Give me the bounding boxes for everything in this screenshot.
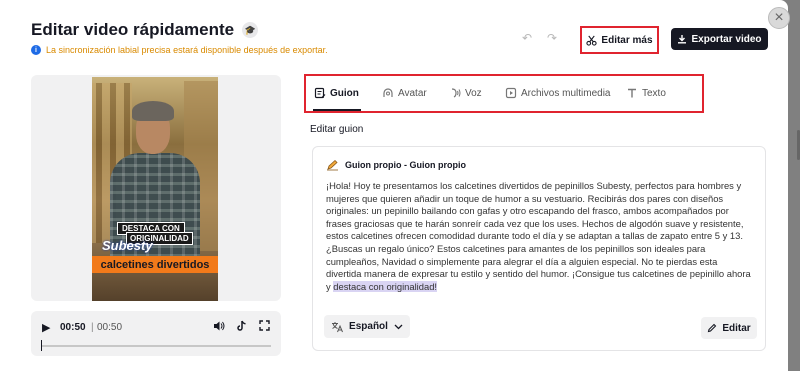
tab-label: Archivos multimedia	[521, 87, 611, 99]
dialog-title-text: Editar video rápidamente	[31, 20, 235, 39]
tab-voz[interactable]: Voz	[449, 87, 482, 99]
text-icon	[626, 87, 638, 99]
media-icon	[505, 87, 517, 99]
video-frame[interactable]: DESTACA CON ORIGINALIDAD Subesty calceti…	[92, 77, 218, 301]
lip-sync-notice: i La sincronización labial precisa estar…	[31, 45, 328, 55]
language-selector[interactable]: Español	[324, 315, 410, 338]
play-icon[interactable]: ▶	[42, 321, 50, 334]
pencil-icon	[707, 323, 717, 333]
section-label: Editar guion	[310, 124, 364, 135]
avatar-icon	[382, 87, 394, 99]
voice-icon	[449, 87, 461, 99]
tab-guion[interactable]: Guion	[314, 87, 359, 99]
notice-text: La sincronización labial precisa estará …	[46, 45, 328, 55]
scissors-icon	[586, 35, 598, 46]
translate-icon	[331, 321, 344, 333]
tab-archivos-multimedia[interactable]: Archivos multimedia	[505, 87, 610, 99]
brand-overlay: Subesty	[102, 238, 153, 253]
quick-edit-dialog: Editar video rápidamente 🎓 i La sincroni…	[0, 0, 788, 371]
export-video-button[interactable]: Exportar video	[671, 28, 768, 50]
tab-label: Texto	[642, 87, 666, 99]
script-body: ¡Hola! Hoy te presentamos los calcetines…	[326, 180, 751, 292]
tab-texto[interactable]: Texto	[626, 87, 666, 99]
video-player-controls: ▶ 00:50 | 00:50	[31, 311, 281, 356]
script-card-title: Guion propio - Guion propio	[345, 160, 466, 170]
script-icon	[314, 87, 326, 99]
fullscreen-icon[interactable]	[259, 320, 270, 331]
playback-progress-bar[interactable]	[41, 340, 271, 351]
volume-icon[interactable]	[213, 320, 225, 332]
info-icon: i	[31, 45, 41, 55]
script-body-highlight: destaca con originalidad!	[333, 280, 438, 292]
pen-icon	[326, 159, 339, 171]
language-label: Español	[349, 321, 388, 332]
editor-tab-bar: Guion Avatar Voz Archivos multimedia Tex…	[304, 74, 704, 113]
tab-avatar[interactable]: Avatar	[382, 87, 427, 99]
tab-label: Voz	[465, 87, 482, 99]
current-time: 00:50	[60, 322, 86, 333]
edit-more-label: Editar más	[601, 34, 653, 46]
active-tab-underline	[313, 109, 361, 111]
redo-icon[interactable]: ↷	[547, 31, 557, 45]
tab-label: Guion	[330, 87, 359, 99]
download-icon	[677, 34, 687, 44]
playback-progress-knob[interactable]	[41, 340, 42, 351]
chevron-down-icon	[394, 324, 403, 330]
edit-label: Editar	[722, 322, 751, 334]
caption-overlay: calcetines divertidos	[92, 256, 218, 273]
presenter-beanie	[132, 101, 174, 121]
script-card: Guion propio - Guion propio ¡Hola! Hoy t…	[312, 146, 766, 351]
export-label: Exportar video	[691, 33, 762, 45]
edit-more-button[interactable]: Editar más	[580, 26, 659, 54]
script-card-header: Guion propio - Guion propio	[326, 159, 466, 171]
close-dialog-button[interactable]: ×	[768, 7, 790, 29]
time-separator: |	[91, 322, 94, 333]
edit-script-button[interactable]: Editar	[701, 317, 757, 339]
tiktok-icon[interactable]	[236, 320, 247, 332]
video-preview-panel: DESTACA CON ORIGINALIDAD Subesty calceti…	[31, 75, 281, 301]
script-textarea[interactable]: ¡Hola! Hoy te presentamos los calcetines…	[326, 180, 754, 293]
tab-label: Avatar	[398, 87, 427, 99]
undo-icon[interactable]: ↶	[522, 31, 532, 45]
dialog-title: Editar video rápidamente 🎓	[31, 20, 259, 40]
graduation-cap-icon[interactable]: 🎓	[242, 22, 259, 38]
total-time: 00:50	[97, 322, 123, 333]
